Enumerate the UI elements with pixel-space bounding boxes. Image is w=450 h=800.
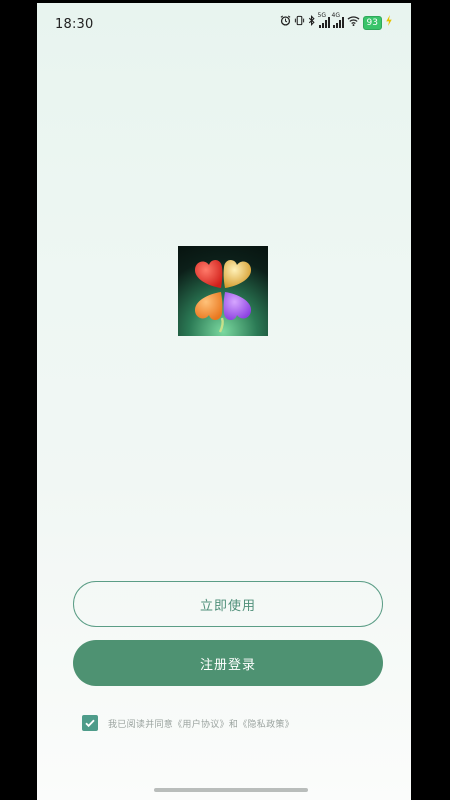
bluetooth-icon bbox=[308, 15, 316, 30]
network-5g-label: 5G bbox=[317, 12, 327, 19]
app-logo bbox=[178, 246, 268, 336]
register-login-button[interactable]: 注册登录 bbox=[73, 640, 383, 686]
agreement-text[interactable]: 我已阅读并同意《用户协议》和《隐私政策》 bbox=[108, 717, 294, 730]
agreement-row: 我已阅读并同意《用户协议》和《隐私政策》 bbox=[82, 715, 294, 731]
checkmark-icon bbox=[85, 719, 95, 728]
agreement-checkbox[interactable] bbox=[82, 715, 98, 731]
vibrate-icon bbox=[294, 15, 305, 30]
device-frame: 18:30 5G 4G 93 立即使用 注册登录 我已阅读并同意《用户协议》和《… bbox=[0, 0, 450, 800]
home-indicator[interactable] bbox=[154, 788, 308, 792]
status-time: 18:30 bbox=[55, 17, 94, 32]
app-screen: 18:30 5G 4G 93 立即使用 注册登录 我已阅读并同意《用户协议》和《… bbox=[37, 3, 411, 800]
status-icons: 5G 4G 93 bbox=[280, 12, 393, 30]
signal-5g-icon: 5G bbox=[318, 12, 330, 28]
battery-level: 93 bbox=[362, 15, 382, 30]
four-leaf-clover-icon bbox=[194, 259, 252, 333]
status-bar: 18:30 5G 4G 93 bbox=[37, 3, 411, 43]
wifi-icon bbox=[347, 15, 360, 30]
charging-icon bbox=[385, 15, 393, 30]
network-4g-label: 4G bbox=[331, 12, 341, 19]
signal-4g-icon: 4G bbox=[332, 12, 344, 28]
alarm-icon bbox=[280, 15, 291, 30]
use-now-button[interactable]: 立即使用 bbox=[73, 581, 383, 627]
